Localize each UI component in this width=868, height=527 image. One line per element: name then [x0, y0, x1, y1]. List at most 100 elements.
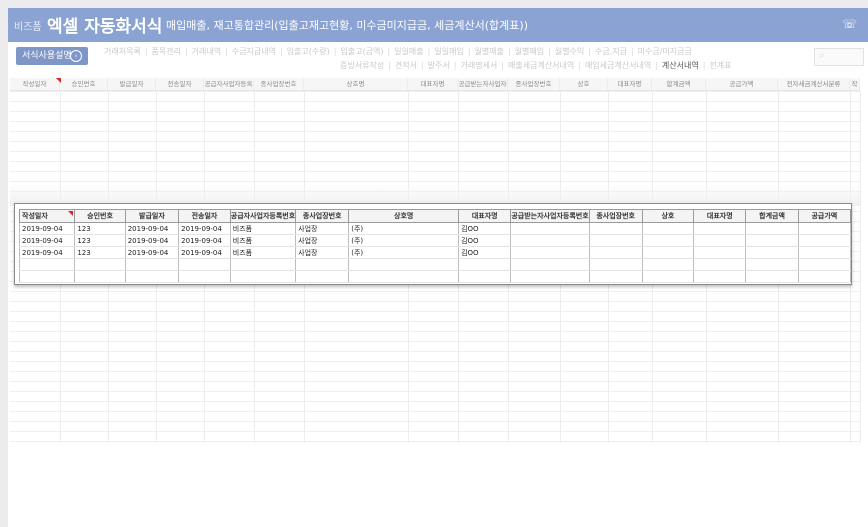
table-row [18, 258, 852, 271]
table-cell[interactable] [693, 222, 747, 235]
table-cell[interactable]: 2019-09-04 [18, 234, 76, 247]
nav1-item[interactable]: 수금지급내역 [232, 47, 276, 56]
nav2-item[interactable]: 매출세금계산서내역 [508, 61, 574, 70]
menu-separator: | [387, 47, 391, 56]
table-cell[interactable] [745, 270, 799, 283]
table-cell[interactable]: 2019-09-04 [178, 234, 231, 247]
table-cell[interactable] [693, 234, 747, 247]
table-cell[interactable]: 123 [74, 246, 126, 259]
table-cell[interactable] [588, 258, 643, 271]
table-cell[interactable] [693, 258, 747, 271]
table-cell[interactable] [745, 234, 799, 247]
table-cell[interactable]: 123 [74, 234, 126, 247]
popup-column-header: 전송일자 [178, 209, 231, 223]
table-cell[interactable] [348, 258, 460, 271]
nav1-item[interactable]: 일일매출 [394, 47, 423, 56]
table-cell[interactable]: 사업장 [295, 246, 350, 259]
table-cell[interactable]: 123 [74, 222, 126, 235]
table-cell[interactable]: 2019-09-04 [178, 246, 231, 259]
phone-icon[interactable]: ☏ [842, 17, 857, 31]
table-cell[interactable] [693, 270, 747, 283]
nav1-item[interactable]: 입출고(금액) [340, 47, 383, 56]
table-cell[interactable]: 2019-09-04 [124, 222, 180, 235]
table-cell[interactable] [458, 270, 512, 283]
table-cell[interactable] [641, 258, 695, 271]
table-cell[interactable] [588, 222, 643, 235]
nav2-item[interactable]: 전계표 [709, 61, 731, 70]
table-cell[interactable]: 비즈폼 [229, 234, 297, 247]
table-cell[interactable] [348, 270, 460, 283]
table-cell[interactable]: 2019-09-04 [18, 246, 76, 259]
table-cell[interactable]: 2019-09-04 [124, 246, 180, 259]
table-cell[interactable]: (주) [348, 234, 460, 247]
nav1-item[interactable]: 거래내역 [192, 47, 221, 56]
nav1-item[interactable]: 월별매출 [475, 47, 504, 56]
nav2-item[interactable]: 계산서내역 [662, 61, 699, 70]
help-button[interactable]: 서식사용설명 › [16, 47, 88, 65]
table-cell[interactable] [588, 270, 643, 283]
nav1-item[interactable]: 월별매입 [515, 47, 544, 56]
table-cell[interactable] [588, 246, 643, 259]
menu-separator: | [630, 47, 634, 56]
table-cell[interactable]: 2019-09-04 [124, 234, 180, 247]
table-cell[interactable] [510, 246, 590, 259]
table-cell[interactable] [74, 270, 126, 283]
popup-column-header: 상호명 [348, 209, 460, 223]
popup-column-header: 합계금액 [745, 209, 799, 223]
table-cell[interactable]: 김OO [458, 234, 512, 247]
table-cell[interactable] [510, 270, 590, 283]
table-cell[interactable] [178, 270, 231, 283]
table-cell[interactable]: (주) [348, 246, 460, 259]
table-cell[interactable]: 사업장 [295, 234, 350, 247]
nav2-item[interactable]: 발주서 [428, 61, 450, 70]
table-cell[interactable] [797, 222, 852, 235]
table-cell[interactable] [745, 246, 799, 259]
table-cell[interactable] [18, 258, 76, 271]
table-cell[interactable] [124, 258, 180, 271]
table-cell[interactable] [745, 258, 799, 271]
table-cell[interactable] [510, 234, 590, 247]
table-cell[interactable] [745, 222, 799, 235]
table-cell[interactable] [229, 258, 297, 271]
nav1-item[interactable]: 월별수익 [555, 47, 584, 56]
table-cell[interactable] [588, 234, 643, 247]
table-cell[interactable] [693, 246, 747, 259]
table-cell[interactable] [641, 222, 695, 235]
table-cell[interactable]: 김OO [458, 246, 512, 259]
table-cell[interactable] [797, 234, 852, 247]
nav1-item[interactable]: 품목관리 [152, 47, 181, 56]
table-cell[interactable] [124, 270, 180, 283]
nav1-item[interactable]: 미수금/미지급금 [638, 47, 692, 56]
table-cell[interactable] [74, 258, 126, 271]
table-cell[interactable]: 2019-09-04 [178, 222, 231, 235]
table-cell[interactable]: (주) [348, 222, 460, 235]
search-input[interactable]: ⌕ [814, 48, 864, 66]
table-cell[interactable]: 2019-09-04 [18, 222, 76, 235]
table-cell[interactable] [458, 258, 512, 271]
nav2-item[interactable]: 거래명세서 [460, 61, 497, 70]
table-cell[interactable]: 비즈폼 [229, 246, 297, 259]
table-cell[interactable] [797, 258, 852, 271]
table-cell[interactable] [178, 258, 231, 271]
table-cell[interactable] [295, 258, 350, 271]
nav2-item[interactable]: 매입세금계산서내역 [585, 61, 651, 70]
table-cell[interactable] [510, 222, 590, 235]
nav1-item[interactable]: 입출고(수량) [287, 47, 330, 56]
table-cell[interactable] [797, 246, 852, 259]
table-cell[interactable] [510, 258, 590, 271]
table-cell[interactable] [641, 270, 695, 283]
nav1-item[interactable]: 수금,지급 [595, 47, 627, 56]
table-cell[interactable]: 비즈폼 [229, 222, 297, 235]
table-cell[interactable] [295, 270, 350, 283]
nav1-item[interactable]: 거래처목록 [104, 47, 141, 56]
nav2-item[interactable]: 증빙서류작성 [340, 61, 384, 70]
table-cell[interactable] [797, 270, 852, 283]
table-cell[interactable]: 김OO [458, 222, 512, 235]
nav2-item[interactable]: 견적서 [395, 61, 417, 70]
nav1-item[interactable]: 일일매입 [434, 47, 463, 56]
table-cell[interactable] [18, 270, 76, 283]
table-cell[interactable] [641, 234, 695, 247]
table-cell[interactable] [229, 270, 297, 283]
table-cell[interactable]: 사업장 [295, 222, 350, 235]
table-cell[interactable] [641, 246, 695, 259]
